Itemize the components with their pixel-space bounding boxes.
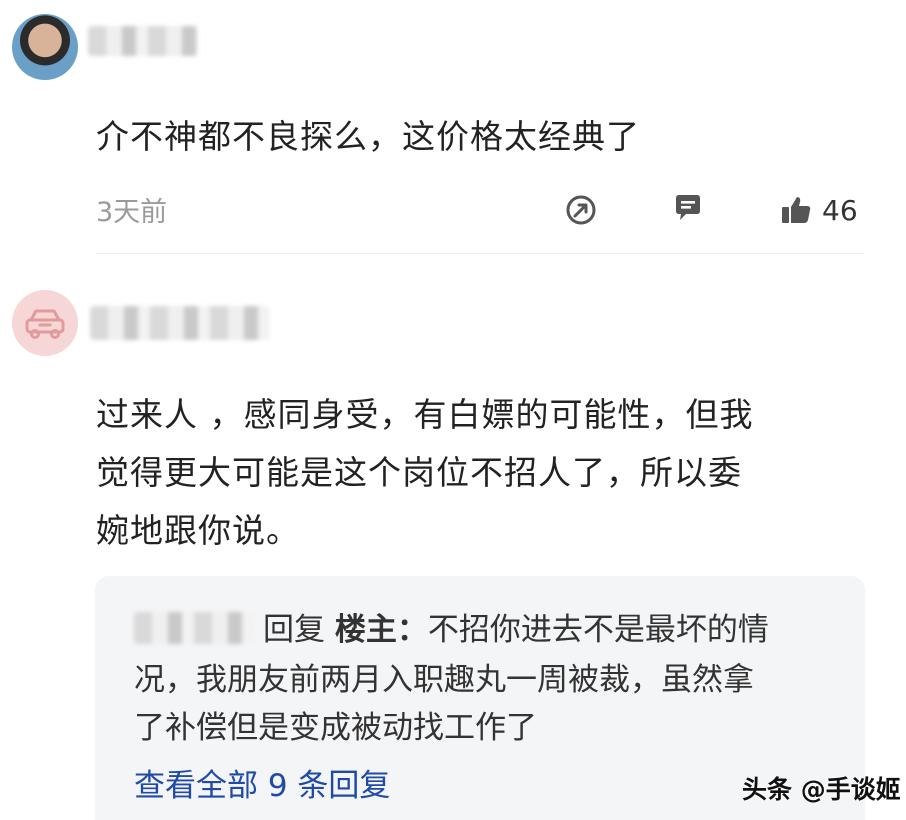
avatar[interactable]	[12, 14, 78, 80]
comment-icon[interactable]	[670, 190, 706, 226]
reply-text: 不招你进去不是最坏的情	[427, 612, 769, 648]
reply-line: 回复 楼主：不招你进去不是最坏的情	[263, 606, 769, 654]
username-redacted[interactable]	[90, 306, 270, 340]
watermark: 头条 @手谈姬	[742, 775, 901, 804]
username-redacted[interactable]	[88, 26, 198, 56]
comment-time: 3天前	[96, 197, 168, 228]
avatar[interactable]	[12, 290, 78, 356]
reply-line: 况，我朋友前两月入职趣丸一周被裁，虽然拿	[134, 662, 754, 698]
view-all-replies-link[interactable]: 查看全部 9 条回复	[134, 760, 390, 805]
divider	[96, 253, 864, 254]
comment-text-line: 过来人 ，感同身受，有白嫖的可能性，但我	[96, 395, 754, 434]
comment-text-line: 婉地跟你说。	[96, 511, 300, 550]
share-icon[interactable]	[563, 192, 599, 228]
reply-target: 楼主：	[334, 612, 428, 648]
reply-action: 回复	[263, 612, 325, 648]
taxi-icon	[25, 309, 65, 339]
thumbs-up-icon[interactable]	[778, 192, 814, 228]
comment-text-line: 觉得更大可能是这个岗位不招人了，所以委	[96, 453, 742, 492]
like-count: 46	[822, 194, 858, 227]
reply-username-redacted[interactable]	[134, 612, 254, 644]
reply-line: 了补偿但是变成被动找工作了	[134, 710, 537, 746]
comment-text: 介不神都不良探么，这价格太经典了	[96, 117, 640, 156]
